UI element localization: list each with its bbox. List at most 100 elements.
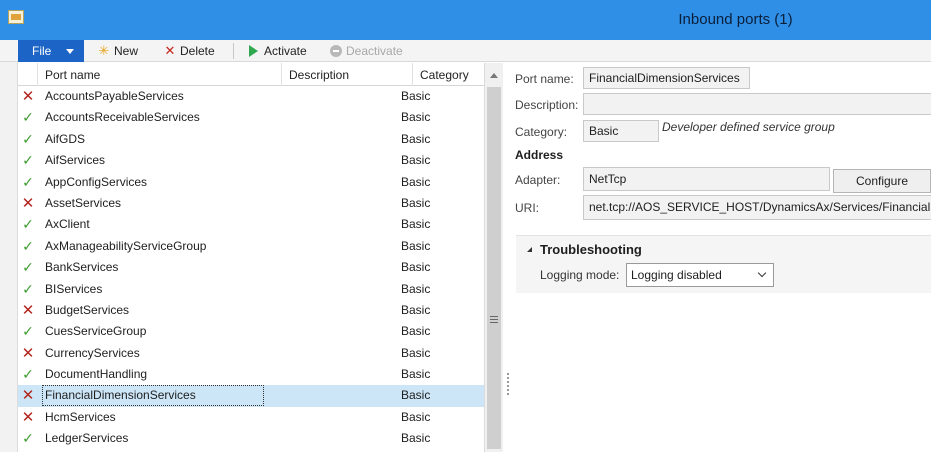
pane-splitter[interactable] bbox=[503, 63, 513, 452]
description-column-header[interactable]: Description bbox=[282, 63, 413, 86]
port-name-cell: AssetServices bbox=[45, 195, 122, 210]
category-column-header[interactable]: Category bbox=[413, 63, 484, 86]
table-row[interactable]: ✕ AssetServices Basic bbox=[18, 193, 484, 214]
grid-scrollbar[interactable] bbox=[484, 63, 503, 452]
delete-button[interactable]: ✕ Delete bbox=[162, 43, 215, 59]
activate-button[interactable]: Activate bbox=[247, 43, 307, 59]
collapse-triangle-icon[interactable] bbox=[527, 247, 532, 252]
uri-label: URI: bbox=[515, 201, 539, 215]
description-label: Description: bbox=[515, 98, 579, 112]
troubleshooting-section: Troubleshooting Logging mode: Logging di… bbox=[516, 235, 931, 293]
file-label: File bbox=[32, 44, 52, 58]
new-label: New bbox=[114, 44, 139, 58]
table-row[interactable]: ✓ AppConfigServices Basic bbox=[18, 172, 484, 193]
ports-grid: Port name Description Category ✕ Accounts… bbox=[18, 63, 484, 452]
logging-mode-label: Logging mode: bbox=[540, 268, 620, 282]
category-cell: Basic bbox=[401, 260, 431, 275]
category-note: Developer defined service group bbox=[662, 120, 835, 134]
splitter-grip-icon bbox=[507, 373, 509, 395]
new-sparkle-icon: ✳ bbox=[98, 43, 110, 58]
title-bar: Inbound ports (1) bbox=[0, 0, 931, 40]
status-column-header[interactable] bbox=[18, 63, 38, 86]
delete-x-icon: ✕ bbox=[164, 43, 176, 58]
inactive-x-icon: ✕ bbox=[21, 408, 35, 426]
active-check-icon: ✓ bbox=[22, 323, 34, 340]
category-cell: Basic bbox=[401, 431, 431, 446]
port-name-cell: AccountsPayableServices bbox=[45, 89, 184, 103]
deactivate-label: Deactivate bbox=[346, 44, 403, 58]
category-cell: Basic bbox=[401, 388, 431, 403]
troubleshooting-heading[interactable]: Troubleshooting bbox=[540, 242, 642, 257]
grip-icon bbox=[490, 316, 498, 323]
table-row[interactable]: ✓ AccountsReceivableServices Basic bbox=[18, 107, 484, 128]
category-cell: Basic bbox=[401, 302, 431, 317]
address-heading: Address bbox=[515, 148, 564, 162]
table-row[interactable]: ✕ AccountsPayableServices Basic bbox=[18, 86, 484, 107]
details-panel: Port name: FinancialDimensionServices De… bbox=[513, 63, 931, 452]
table-row[interactable]: ✓ AxManageabilityServiceGroup Basic bbox=[18, 236, 484, 257]
adapter-label: Adapter: bbox=[515, 173, 561, 187]
category-cell: Basic bbox=[401, 110, 431, 125]
port-name-cell: AppConfigServices bbox=[45, 174, 148, 189]
port-name-cell: CuesServiceGroup bbox=[45, 324, 147, 339]
scrollbar-thumb[interactable] bbox=[487, 87, 501, 449]
active-check-icon: ✓ bbox=[22, 366, 34, 383]
port-name-cell: HcmServices bbox=[45, 409, 116, 424]
adapter-field[interactable]: NetTcp bbox=[583, 167, 830, 191]
category-cell: Basic bbox=[401, 345, 431, 360]
inactive-x-icon: ✕ bbox=[21, 387, 35, 405]
table-row[interactable]: ✓ AifGDS Basic bbox=[18, 129, 484, 150]
scroll-up-icon[interactable] bbox=[490, 73, 498, 78]
inactive-x-icon: ✕ bbox=[21, 301, 35, 319]
category-cell: Basic bbox=[401, 409, 431, 424]
chevron-down-icon bbox=[757, 268, 767, 278]
table-row[interactable]: ✓ DocumentHandling Basic bbox=[18, 364, 484, 385]
delete-label: Delete bbox=[180, 44, 215, 58]
table-row[interactable]: ✓ BIServices Basic bbox=[18, 279, 484, 300]
table-row[interactable]: ✓ LedgerServices Basic bbox=[18, 428, 484, 449]
toolbar-separator bbox=[233, 43, 234, 59]
description-field[interactable] bbox=[583, 93, 931, 115]
port-name-cell: AccountsReceivableServices bbox=[45, 110, 200, 125]
logging-mode-select[interactable]: Logging disabled bbox=[626, 263, 774, 287]
category-field[interactable]: Basic bbox=[583, 120, 659, 142]
file-menu-button[interactable]: File bbox=[18, 40, 84, 62]
table-row[interactable]: ✓ AxClient Basic bbox=[18, 214, 484, 235]
uri-field[interactable]: net.tcp://AOS_SERVICE_HOST/DynamicsAx/Se… bbox=[583, 195, 931, 220]
table-row[interactable]: ✕ BudgetServices Basic bbox=[18, 300, 484, 321]
chevron-down-icon bbox=[66, 49, 74, 54]
category-label: Category: bbox=[515, 125, 568, 139]
configure-button[interactable]: Configure bbox=[833, 169, 931, 193]
port-name-cell: BudgetServices bbox=[45, 302, 130, 317]
left-gutter bbox=[0, 62, 18, 452]
port-name-column-header[interactable]: Port name bbox=[38, 63, 282, 86]
table-row[interactable]: ✕ HcmServices Basic bbox=[18, 407, 484, 428]
new-button[interactable]: ✳ New bbox=[96, 43, 138, 59]
active-check-icon: ✓ bbox=[22, 173, 34, 190]
port-name-cell: AxManageabilityServiceGroup bbox=[45, 238, 207, 253]
active-check-icon: ✓ bbox=[22, 109, 34, 126]
activate-label: Activate bbox=[264, 44, 307, 58]
logging-mode-value: Logging disabled bbox=[631, 268, 722, 282]
port-name-field[interactable]: FinancialDimensionServices bbox=[583, 67, 750, 89]
active-check-icon: ✓ bbox=[22, 237, 34, 254]
window-title: Inbound ports (1) bbox=[678, 11, 793, 28]
table-row[interactable]: ✓ BankServices Basic bbox=[18, 257, 484, 278]
deactivate-button[interactable]: Deactivate bbox=[330, 43, 403, 59]
table-row[interactable]: ✕ CurrencyServices Basic bbox=[18, 343, 484, 364]
active-check-icon: ✓ bbox=[22, 430, 34, 447]
table-row[interactable]: ✓ CuesServiceGroup Basic bbox=[18, 321, 484, 342]
port-name-cell: FinancialDimensionServices bbox=[42, 385, 264, 407]
category-cell: Basic bbox=[401, 238, 431, 253]
port-name-cell: LedgerServices bbox=[45, 431, 129, 446]
inactive-x-icon: ✕ bbox=[21, 88, 35, 105]
grid-header: Port name Description Category bbox=[18, 63, 484, 86]
category-cell: Basic bbox=[401, 153, 431, 168]
category-cell: Basic bbox=[401, 89, 431, 103]
table-row[interactable]: ✓ AifServices Basic bbox=[18, 150, 484, 171]
port-name-cell: CurrencyServices bbox=[45, 345, 140, 360]
table-row[interactable]: ✕ FinancialDimensionServices Basic bbox=[18, 385, 484, 407]
port-name-label: Port name: bbox=[515, 72, 574, 86]
active-check-icon: ✓ bbox=[22, 130, 34, 147]
grid-rows: ✕ AccountsPayableServices Basic ✓ AccountsRe… bbox=[18, 86, 484, 450]
